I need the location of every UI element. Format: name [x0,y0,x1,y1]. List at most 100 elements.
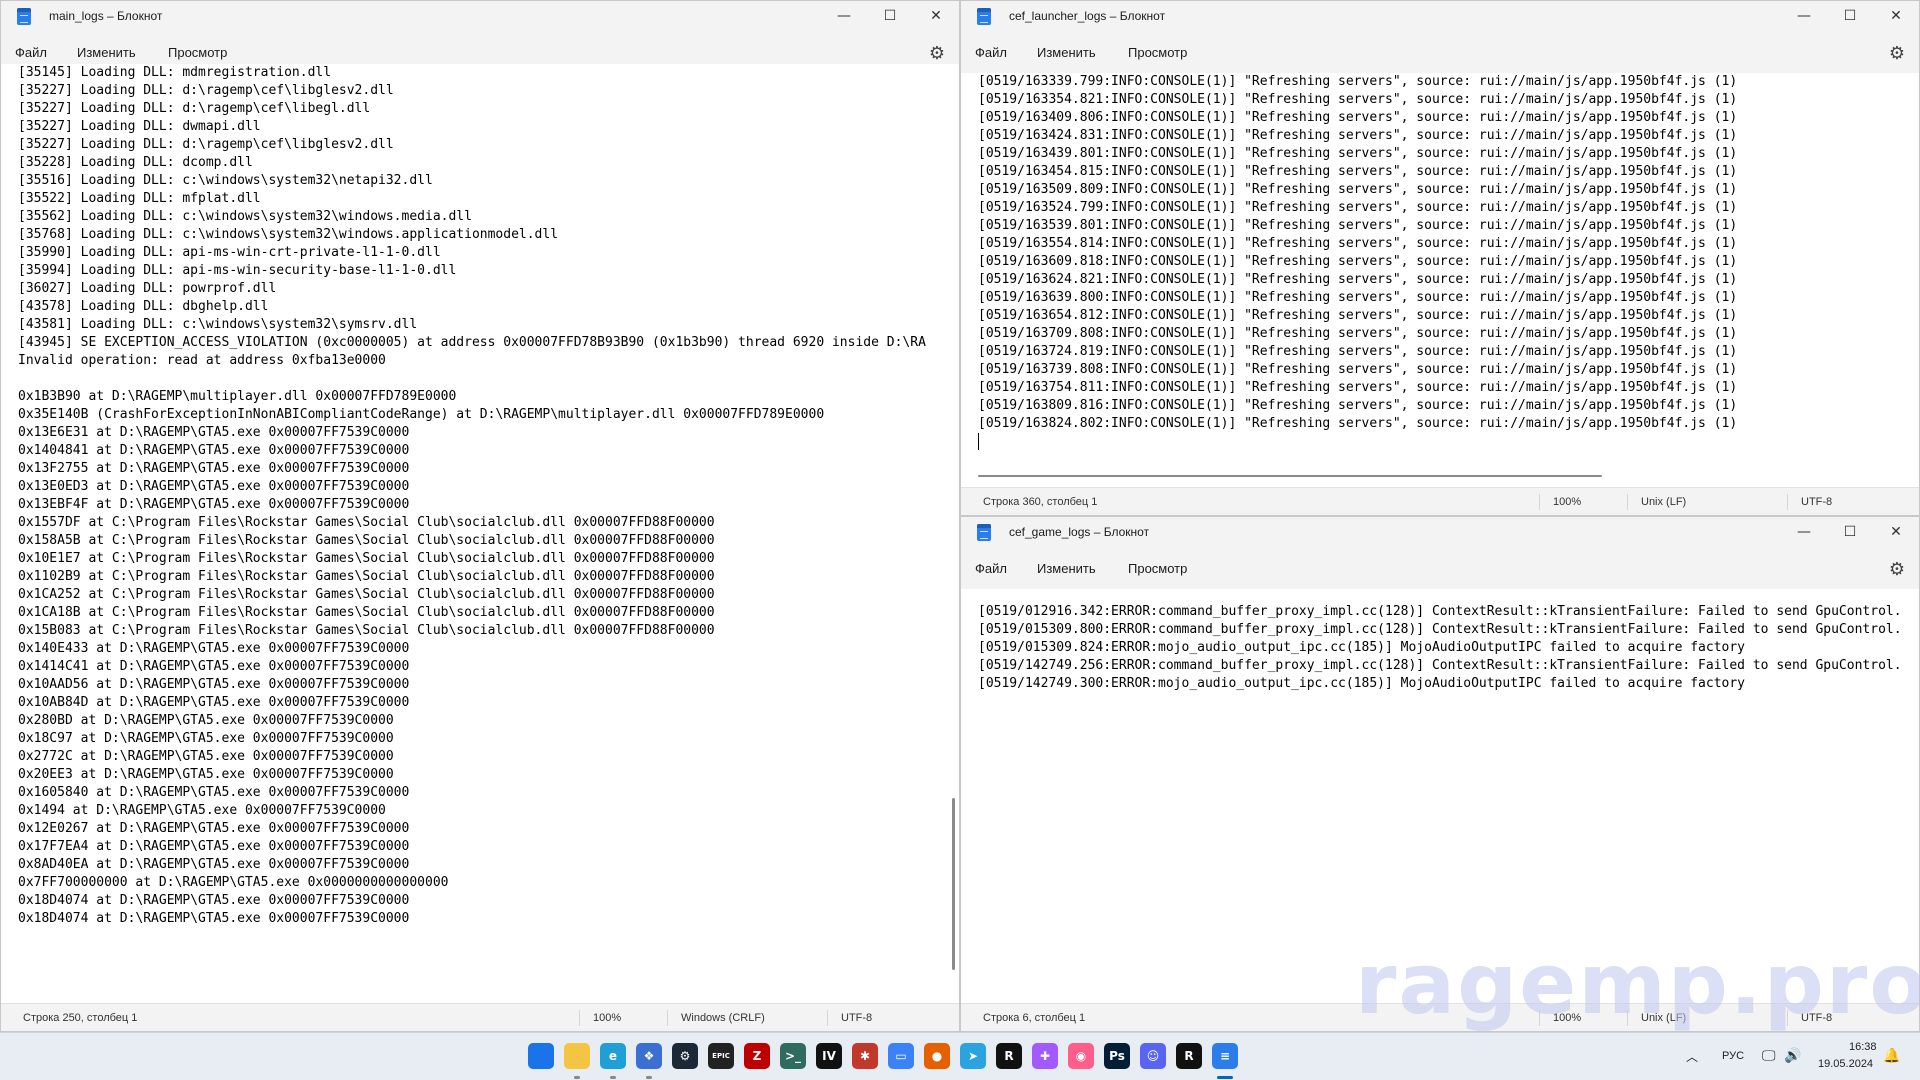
log-line: [0519/163454.815:INFO:CONSOLE(1)] "Refre… [978,164,1738,179]
figma-icon[interactable]: ✚ [1032,1043,1058,1069]
menu-file[interactable]: Файл [975,561,1007,576]
text-editor[interactable]: [0519/163339.799:INFO:CONSOLE(1)] "Refre… [961,73,1919,473]
log-line: [0519/163624.821:INFO:CONSOLE(1)] "Refre… [978,272,1738,287]
log-line: [0519/012916.342:ERROR:command_buffer_pr… [978,604,1902,619]
log-line: [0519/163439.801:INFO:CONSOLE(1)] "Refre… [978,146,1738,161]
maximize-button[interactable]: ☐ [1827,517,1873,549]
log-line: [0519/142749.300:ERROR:mojo_audio_output… [978,676,1746,691]
zoom-level: 100% [593,1012,622,1024]
menu-bar: Файл Изменить Просмотр ⚙ [961,33,1919,73]
colorful-app-icon[interactable]: ◉ [1068,1043,1094,1069]
log-line: 0x13E6E31 at D:\RAGEMP\GTA5.exe 0x00007F… [18,425,410,440]
window-app-icon[interactable]: ▭ [888,1043,914,1069]
log-line: [0519/015309.824:ERROR:mojo_audio_output… [978,640,1746,655]
close-button[interactable]: ✕ [913,1,959,33]
minimize-button[interactable]: — [1781,517,1827,549]
log-line: [0519/163654.812:INFO:CONSOLE(1)] "Refre… [978,308,1738,323]
network-icon[interactable]: 🖵 [1762,1047,1776,1064]
log-line: [0519/163739.808:INFO:CONSOLE(1)] "Refre… [978,362,1738,377]
explorer-icon[interactable] [564,1043,590,1069]
window-title: cef_game_logs – Блокнот [1009,525,1150,539]
filezilla-icon[interactable]: Z [744,1043,770,1069]
text-editor[interactable]: [35145] Loading DLL: mdmregistration.dll… [1,64,959,1003]
line-ending: Windows (CRLF) [681,1012,765,1024]
notification-bell-icon[interactable]: 🔔 [1883,1047,1900,1064]
vscode-icon[interactable]: ❖ [636,1043,662,1069]
log-line: 0x18D4074 at D:\RAGEMP\GTA5.exe 0x00007F… [18,893,410,908]
log-line: 0x1102B9 at C:\Program Files\Rockstar Ga… [18,569,715,584]
log-line: 0x280BD at D:\RAGEMP\GTA5.exe 0x00007FF7… [18,713,394,728]
terminal-icon[interactable]: >_ [780,1043,806,1069]
settings-gear-icon[interactable]: ⚙ [929,43,945,64]
log-line: [35768] Loading DLL: c:\windows\system32… [18,227,559,242]
log-line: [0519/163339.799:INFO:CONSOLE(1)] "Refre… [978,74,1738,89]
show-hidden-icons-chevron-icon[interactable]: ︿ [1686,1048,1698,1065]
log-line: [0519/015309.800:ERROR:command_buffer_pr… [978,622,1902,637]
edge-icon[interactable]: e [600,1043,626,1069]
close-button[interactable]: ✕ [1873,1,1919,33]
minimize-button[interactable]: — [821,1,867,33]
log-line: [43578] Loading DLL: dbghelp.dll [18,299,269,314]
clock-date[interactable]: 19.05.2024 [1818,1058,1873,1070]
steam-icon[interactable]: ⚙ [672,1043,698,1069]
log-line: [0519/163824.802:INFO:CONSOLE(1)] "Refre… [978,416,1738,431]
log-line: [35145] Loading DLL: mdmregistration.dll [18,65,332,80]
clock-time[interactable]: 16:38 [1849,1041,1877,1053]
log-line: [35227] Loading DLL: d:\ragemp\cef\libeg… [18,101,371,116]
log-line: [35227] Loading DLL: d:\ragemp\cef\libgl… [18,137,394,152]
intellij-icon[interactable]: IV [816,1043,842,1069]
star-app-icon[interactable]: ✱ [852,1043,878,1069]
text-caret [978,433,979,450]
discord-icon[interactable]: ☺ [1140,1043,1166,1069]
close-button[interactable]: ✕ [1873,517,1919,549]
start-icon[interactable] [528,1043,554,1069]
log-line: [0519/163609.818:INFO:CONSOLE(1)] "Refre… [978,254,1738,269]
log-line: [0519/163554.814:INFO:CONSOLE(1)] "Refre… [978,236,1738,251]
firefox-icon[interactable]: ● [924,1043,950,1069]
maximize-button[interactable]: ☐ [1827,1,1873,33]
log-line: [0519/163709.808:INFO:CONSOLE(1)] "Refre… [978,326,1738,341]
notepad-icon[interactable]: ≡ [1212,1043,1238,1069]
title-bar[interactable]: main_logs – Блокнот — ☐ ✕ [1,1,959,33]
maximize-button[interactable]: ☐ [867,1,913,33]
log-line: [0519/163509.809:INFO:CONSOLE(1)] "Refre… [978,182,1738,197]
input-language[interactable]: РУС [1722,1050,1744,1062]
line-ending: Unix (LF) [1641,496,1687,508]
telegram-icon[interactable]: ➤ [960,1043,986,1069]
menu-file[interactable]: Файл [975,45,1007,60]
window-title: main_logs – Блокнот [49,9,163,23]
menu-view[interactable]: Просмотр [1128,45,1187,60]
log-line: 0x17F7EA4 at D:\RAGEMP\GTA5.exe 0x00007F… [18,839,410,854]
notepad-window-launcher-logs: cef_launcher_logs – Блокнот — ☐ ✕ Файл И… [960,0,1920,516]
title-bar[interactable]: cef_launcher_logs – Блокнот — ☐ ✕ [961,1,1919,33]
log-line: 0x1557DF at C:\Program Files\Rockstar Ga… [18,515,715,530]
menu-edit[interactable]: Изменить [1037,561,1096,576]
volume-icon[interactable]: 🔊 [1784,1047,1801,1064]
menu-edit[interactable]: Изменить [1037,45,1096,60]
menu-edit[interactable]: Изменить [77,45,136,60]
vertical-scrollbar[interactable] [952,798,955,970]
menu-file[interactable]: Файл [15,45,47,60]
log-line: [35994] Loading DLL: api-ms-win-security… [18,263,457,278]
minimize-button[interactable]: — [1781,1,1827,33]
log-line: [36027] Loading DLL: powrprof.dll [18,281,277,296]
rockstar-icon[interactable]: R [996,1043,1022,1069]
log-line: 0x35E140B (CrashForExceptionInNonABIComp… [18,407,825,422]
log-line: [0519/163809.816:INFO:CONSOLE(1)] "Refre… [978,398,1738,413]
log-line: [35522] Loading DLL: mfplat.dll [18,191,261,206]
rockstar-launcher-icon[interactable]: R [1176,1043,1202,1069]
photoshop-icon[interactable]: Ps [1104,1043,1130,1069]
settings-gear-icon[interactable]: ⚙ [1889,559,1905,580]
editor-text: [0519/163339.799:INFO:CONSOLE(1)] "Refre… [978,73,1919,433]
running-indicator [646,1076,652,1079]
menu-view[interactable]: Просмотр [168,45,227,60]
log-line: 0x1CA18B at C:\Program Files\Rockstar Ga… [18,605,715,620]
menu-view[interactable]: Просмотр [1128,561,1187,576]
log-line: [35228] Loading DLL: dcomp.dll [18,155,253,170]
running-indicator [610,1076,616,1079]
title-bar[interactable]: cef_game_logs – Блокнот — ☐ ✕ [961,517,1919,549]
epic-icon[interactable]: EPIC [708,1043,734,1069]
log-line: Invalid operation: read at address 0xfba… [18,353,386,368]
horizontal-scrollbar[interactable] [978,475,1602,477]
settings-gear-icon[interactable]: ⚙ [1889,43,1905,64]
